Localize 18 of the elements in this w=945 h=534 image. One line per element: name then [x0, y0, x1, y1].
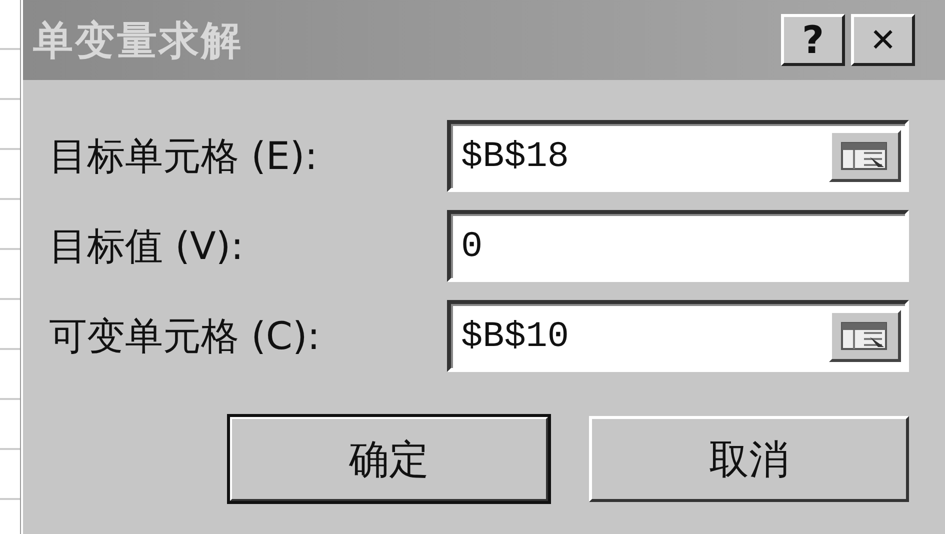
- range-select-button[interactable]: [829, 310, 901, 362]
- input-field[interactable]: $B$18: [447, 120, 909, 192]
- sheet-icon: [840, 319, 890, 353]
- sheet-icon: [840, 139, 890, 173]
- field-label: 目标值 (V):: [49, 222, 245, 270]
- close-button[interactable]: ✕: [851, 14, 915, 66]
- input-field[interactable]: 0: [447, 210, 909, 282]
- field-value: 0: [461, 226, 484, 266]
- help-button[interactable]: ?: [781, 14, 845, 66]
- range-select-button[interactable]: [829, 130, 901, 182]
- field-label: 目标单元格 (E):: [49, 132, 319, 180]
- window-title: 单变量求解: [33, 16, 244, 66]
- cancel-button[interactable]: 取消: [589, 416, 909, 502]
- input-field[interactable]: $B$10: [447, 300, 909, 372]
- ok-button[interactable]: 确定: [229, 416, 549, 502]
- field-label: 可变单元格 (C):: [49, 312, 322, 360]
- field-value: $B$10: [461, 316, 570, 356]
- field-value: $B$18: [461, 136, 570, 176]
